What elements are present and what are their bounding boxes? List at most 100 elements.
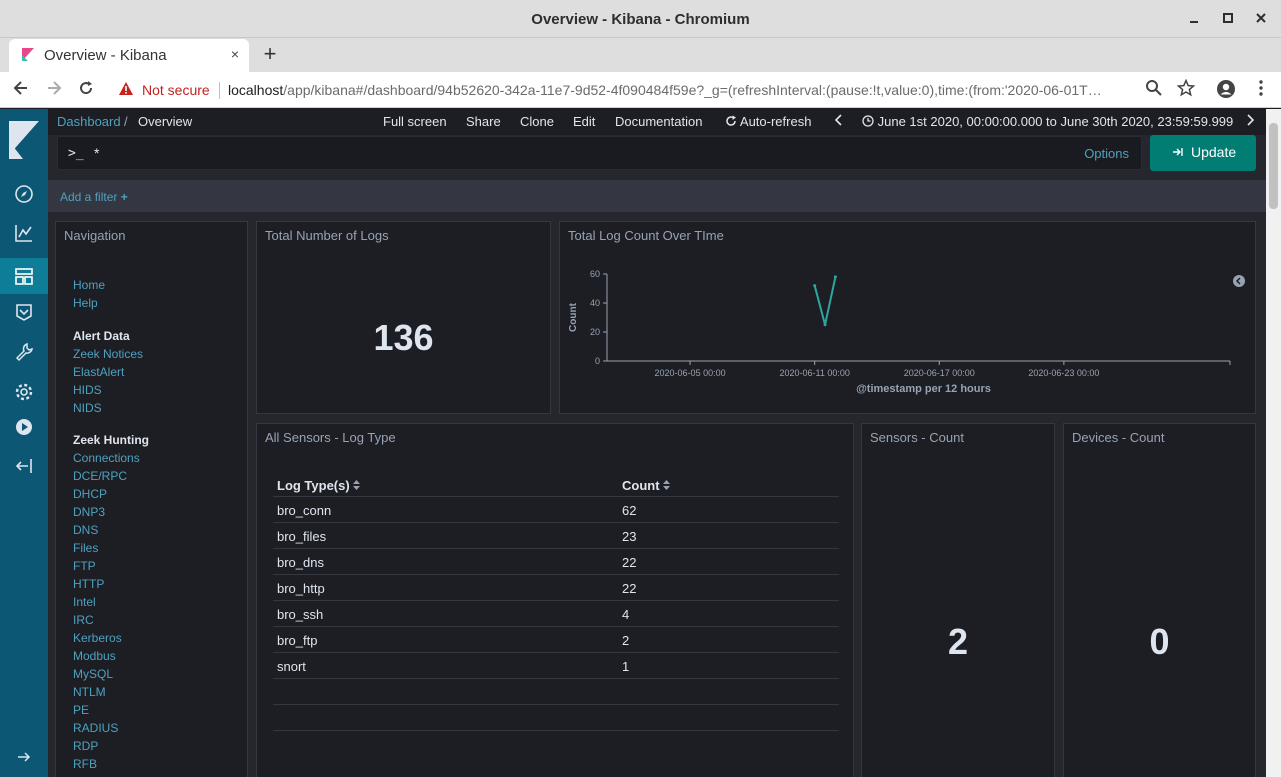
nav-link-mysql[interactable]: MySQL <box>73 667 113 681</box>
sensors-count-value: 2 <box>947 621 969 662</box>
cell-log-type: bro_http <box>277 581 325 596</box>
full-screen-button[interactable]: Full screen <box>383 114 447 129</box>
nav-link-pe[interactable]: PE <box>73 703 89 717</box>
breadcrumb-dashboard[interactable]: Dashboard <box>57 114 121 129</box>
y-tick-label: 0 <box>595 356 600 366</box>
nav-link-intel[interactable]: Intel <box>73 595 96 609</box>
cell-log-type: bro_conn <box>277 503 332 518</box>
table-row: bro_files 23 <box>273 523 839 549</box>
page-scrollbar[interactable] <box>1266 109 1281 777</box>
nav-link-ftp[interactable]: FTP <box>73 559 96 573</box>
time-picker[interactable]: June 1st 2020, 00:00:00.000 to June 30th… <box>862 114 1233 129</box>
logout-icon[interactable] <box>10 452 38 480</box>
kibana-logo-icon[interactable] <box>9 121 39 159</box>
query-bar[interactable]: >_ * Options <box>57 136 1142 170</box>
navigation-panel: Navigation Home Help Alert Data Zeek Not… <box>55 221 248 777</box>
not-secure-label[interactable]: Not secure <box>142 82 210 98</box>
x-tick-label: 2020-06-11 00:00 <box>779 368 849 378</box>
nav-heading-zeek-hunting: Zeek Hunting <box>73 433 150 447</box>
nav-link-rdp[interactable]: RDP <box>73 739 98 753</box>
update-button[interactable]: Update <box>1150 135 1256 171</box>
column-header-count[interactable]: Count <box>622 478 671 493</box>
visualize-icon[interactable] <box>10 219 38 247</box>
tab-title: Overview - Kibana <box>44 47 167 64</box>
close-icon[interactable] <box>1251 9 1271 29</box>
nav-link-ntlm[interactable]: NTLM <box>73 685 106 699</box>
cell-count: 22 <box>622 581 637 596</box>
table-row: bro_dns 22 <box>273 549 839 575</box>
nav-link-dce-rpc[interactable]: DCE/RPC <box>73 469 127 483</box>
cell-log-type: bro_dns <box>277 555 324 570</box>
nav-link-elastalert[interactable]: ElastAlert <box>73 365 124 379</box>
edit-button[interactable]: Edit <box>573 114 595 129</box>
address-bar[interactable]: Not secure localhost/app/kibana#/dashboa… <box>106 76 1202 104</box>
query-prompt-icon: >_ <box>68 146 84 161</box>
new-tab-button[interactable]: + <box>259 43 281 66</box>
nav-link-irc[interactable]: IRC <box>73 613 94 627</box>
dev-tools-icon[interactable] <box>10 338 38 366</box>
column-header-label: Log Type(s) <box>277 478 350 493</box>
kibana-app: Dashboard / Overview Full screen Share C… <box>0 109 1266 777</box>
table-row: snort 1 <box>273 653 839 679</box>
x-tick-label: 2020-06-17 00:00 <box>904 368 975 378</box>
query-input[interactable]: * <box>94 145 99 161</box>
nav-link-modbus[interactable]: Modbus <box>73 649 116 663</box>
column-header-log-type[interactable]: Log Type(s) <box>277 478 361 493</box>
time-back-chevron-icon[interactable] <box>834 114 844 129</box>
browser-tab[interactable]: Overview - Kibana × <box>9 39 249 72</box>
tab-strip: Overview - Kibana × <box>0 38 1281 72</box>
share-button[interactable]: Share <box>466 114 501 129</box>
timelion-icon[interactable] <box>10 298 38 326</box>
x-axis-label: @timestamp per 12 hours <box>856 383 991 395</box>
nav-link-files[interactable]: Files <box>73 541 98 555</box>
dashboard-icon[interactable] <box>0 258 48 294</box>
nav-link-kerberos[interactable]: Kerberos <box>73 631 122 645</box>
gear-icon[interactable] <box>10 378 38 406</box>
query-options-button[interactable]: Options <box>1084 146 1129 161</box>
cell-count: 4 <box>622 607 630 622</box>
documentation-button[interactable]: Documentation <box>615 114 702 129</box>
cell-count: 2 <box>622 633 630 648</box>
time-forward-chevron-icon[interactable] <box>1245 114 1255 129</box>
nav-link-http[interactable]: HTTP <box>73 577 104 591</box>
play-icon[interactable] <box>10 413 38 441</box>
zoom-icon[interactable] <box>1143 79 1165 101</box>
cell-log-type: bro_ssh <box>277 607 324 622</box>
data-point <box>833 275 837 279</box>
tab-close-icon[interactable]: × <box>231 46 239 62</box>
forward-icon[interactable] <box>43 79 65 101</box>
nav-link-hids[interactable]: HIDS <box>73 383 102 397</box>
table-row: bro_ftp 2 <box>273 627 839 653</box>
maximize-icon[interactable] <box>1218 9 1238 29</box>
auto-refresh-button[interactable]: Auto-refresh <box>725 114 811 129</box>
bookmark-star-icon[interactable] <box>1175 78 1197 101</box>
discover-icon[interactable] <box>10 180 38 208</box>
url-text[interactable]: localhost/app/kibana#/dashboard/94b52620… <box>228 82 1146 98</box>
legend-toggle-icon[interactable] <box>1233 274 1245 287</box>
kibana-side-nav <box>0 109 48 777</box>
minimize-icon[interactable] <box>1184 9 1204 29</box>
nav-link-home[interactable]: Home <box>73 278 105 292</box>
clone-button[interactable]: Clone <box>520 114 554 129</box>
add-filter-button[interactable]: Add a filter + <box>60 190 128 204</box>
expand-nav-icon[interactable] <box>10 743 38 771</box>
table-row-empty <box>273 679 839 705</box>
back-icon[interactable] <box>10 79 32 101</box>
nav-link-dhcp[interactable]: DHCP <box>73 487 107 501</box>
menu-kebab-icon[interactable] <box>1250 79 1272 101</box>
nav-link-connections[interactable]: Connections <box>73 451 140 465</box>
account-icon[interactable] <box>1215 79 1237 101</box>
nav-link-nids[interactable]: NIDS <box>73 401 102 415</box>
scrollbar-thumb[interactable] <box>1269 123 1278 209</box>
reload-icon[interactable] <box>75 79 97 101</box>
nav-link-dnp3[interactable]: DNP3 <box>73 505 105 519</box>
nav-link-help[interactable]: Help <box>73 296 98 310</box>
nav-link-dns[interactable]: DNS <box>73 523 98 537</box>
kibana-top-bar: Dashboard / Overview Full screen Share C… <box>48 109 1266 135</box>
nav-link-zeek-notices[interactable]: Zeek Notices <box>73 347 143 361</box>
nav-link-rfb[interactable]: RFB <box>73 757 97 771</box>
table-row: bro_http 22 <box>273 575 839 601</box>
cell-count: 1 <box>622 659 630 674</box>
nav-link-radius[interactable]: RADIUS <box>73 721 118 735</box>
log-count-chart-panel: Total Log Count Over TIme 0 20 40 60 2020-06… <box>559 221 1256 414</box>
